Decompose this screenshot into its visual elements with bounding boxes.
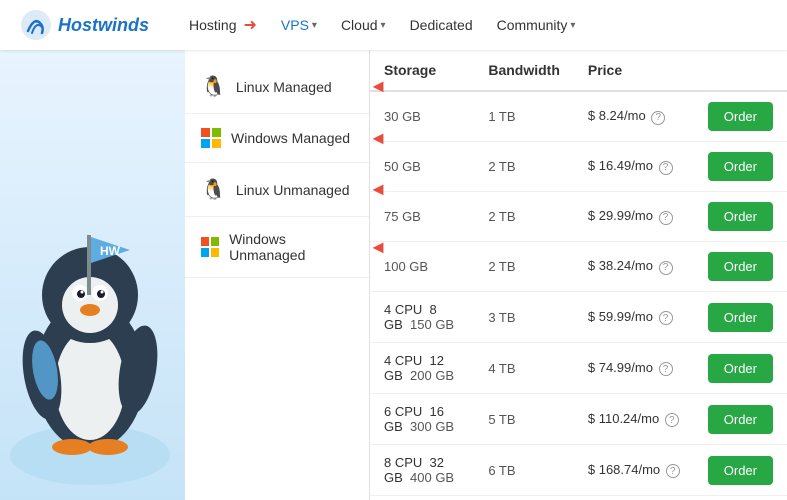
col-action	[694, 50, 787, 91]
order-button[interactable]: Order	[708, 405, 773, 434]
info-icon[interactable]: ?	[659, 211, 673, 225]
table-row: 4 CPU 12 GB 200 GB 4 TB $ 74.99/mo ? Ord…	[370, 343, 787, 394]
table-row: 100 GB 2 TB $ 38.24/mo ? Order	[370, 242, 787, 292]
order-button[interactable]: Order	[708, 354, 773, 383]
vps-submenu: 🐧 Linux Managed ◄ Windows Managed ◄ 🐧 Li…	[185, 50, 370, 500]
windows-unmanaged-arrow: ◄	[369, 237, 387, 258]
cell-order: Order	[694, 394, 787, 445]
logo-text: Hostwinds	[58, 15, 149, 36]
info-icon[interactable]: ?	[665, 413, 679, 427]
cell-order: Order	[694, 292, 787, 343]
vps-chevron: ▾	[312, 20, 317, 31]
cell-price: $ 59.99/mo ?	[574, 292, 694, 343]
cell-price: $ 16.49/mo ?	[574, 142, 694, 192]
cell-bandwidth: 1 TB	[474, 91, 574, 142]
nav-cloud[interactable]: Cloud ▾	[331, 11, 396, 39]
main-nav: Hosting ➜ VPS ▾ Cloud ▾ Dedicated Commun…	[179, 9, 767, 41]
cell-order: Order	[694, 445, 787, 496]
windows-icon	[201, 128, 221, 148]
nav-vps[interactable]: VPS ▾	[271, 11, 327, 39]
windows-unmanaged-icon	[201, 237, 219, 257]
col-price: Price	[574, 50, 694, 91]
penguin-svg: HW	[0, 175, 185, 495]
linux-unmanaged-arrow: ◄	[369, 179, 387, 200]
community-chevron: ▾	[570, 20, 575, 31]
penguin-illustration: HW	[0, 175, 185, 500]
info-icon[interactable]: ?	[659, 161, 673, 175]
cell-price: $ 29.99/mo ?	[574, 192, 694, 242]
cell-bandwidth: 5 TB	[474, 394, 574, 445]
linux-unmanaged-icon: 🐧	[201, 177, 226, 202]
col-bandwidth: Bandwidth	[474, 50, 574, 91]
cell-bandwidth: 2 TB	[474, 192, 574, 242]
nav-community[interactable]: Community ▾	[487, 11, 586, 39]
main-content: HW 🐧 Linux Managed ◄ Windows Managed ◄ 🐧…	[0, 50, 787, 500]
cell-order: Order	[694, 192, 787, 242]
table-row: 4 CPU 8 GB 150 GB 3 TB $ 59.99/mo ? Orde…	[370, 292, 787, 343]
cell-order: Order	[694, 142, 787, 192]
cell-bandwidth: 2 TB	[474, 142, 574, 192]
table-row: 8 CPU 32 GB 400 GB 6 TB $ 168.74/mo ? Or…	[370, 445, 787, 496]
svg-text:HW: HW	[100, 244, 121, 258]
cell-order: Order	[694, 343, 787, 394]
cell-price: $ 168.74/mo ?	[574, 445, 694, 496]
pricing-table: Storage Bandwidth Price 30 GB 1 TB $ 8.2…	[370, 50, 787, 500]
cell-storage: 4 CPU 12 GB 200 GB	[370, 343, 474, 394]
cell-price: $ 274.49/mo ?	[574, 496, 694, 500]
nav-dedicated[interactable]: Dedicated	[400, 11, 483, 39]
order-button[interactable]: Order	[708, 252, 773, 281]
cell-storage: 8 CPU 32 GB 400 GB	[370, 445, 474, 496]
cell-bandwidth: 6 TB	[474, 445, 574, 496]
info-icon[interactable]: ?	[659, 362, 673, 376]
order-button[interactable]: Order	[708, 303, 773, 332]
hosting-arrow: ➜	[243, 15, 256, 35]
cell-bandwidth: 3 TB	[474, 292, 574, 343]
vps-windows-unmanaged[interactable]: Windows Unmanaged ◄	[185, 217, 369, 278]
cell-price: $ 38.24/mo ?	[574, 242, 694, 292]
cell-price: $ 8.24/mo ?	[574, 91, 694, 142]
info-icon[interactable]: ?	[659, 261, 673, 275]
order-button[interactable]: Order	[708, 202, 773, 231]
table-header-row: Storage Bandwidth Price	[370, 50, 787, 91]
table-row: 6 CPU 16 GB 300 GB 5 TB $ 110.24/mo ? Or…	[370, 394, 787, 445]
cell-order: Order	[694, 91, 787, 142]
cell-storage: 4 CPU 8 GB 150 GB	[370, 292, 474, 343]
cell-order: Order	[694, 496, 787, 500]
vps-windows-managed[interactable]: Windows Managed ◄	[185, 114, 369, 163]
table-row: 75 GB 2 TB $ 29.99/mo ? Order	[370, 192, 787, 242]
nav-hosting[interactable]: Hosting ➜	[179, 9, 267, 41]
linux-icon: 🐧	[201, 74, 226, 99]
table-row: 30 GB 1 TB $ 8.24/mo ? Order	[370, 91, 787, 142]
info-icon[interactable]: ?	[666, 464, 680, 478]
header: Hostwinds Hosting ➜ VPS ▾ Cloud ▾ Dedica…	[0, 0, 787, 50]
logo-icon	[20, 9, 52, 41]
linux-managed-arrow: ◄	[369, 76, 387, 97]
cell-storage: 12 CPU 64 GB 500 GB	[370, 496, 474, 500]
order-button[interactable]: Order	[708, 102, 773, 131]
cell-bandwidth: 2 TB	[474, 242, 574, 292]
table-row: 50 GB 2 TB $ 16.49/mo ? Order	[370, 142, 787, 192]
cell-bandwidth: 4 TB	[474, 343, 574, 394]
sidebar-banner: HW	[0, 50, 185, 500]
order-button[interactable]: Order	[708, 152, 773, 181]
windows-managed-arrow: ◄	[369, 128, 387, 149]
vps-linux-managed[interactable]: 🐧 Linux Managed ◄	[185, 60, 369, 114]
cell-bandwidth: 8 TB	[474, 496, 574, 500]
logo[interactable]: Hostwinds	[20, 9, 149, 41]
info-icon[interactable]: ?	[651, 111, 665, 125]
cloud-chevron: ▾	[381, 20, 386, 31]
cell-price: $ 74.99/mo ?	[574, 343, 694, 394]
cell-price: $ 110.24/mo ?	[574, 394, 694, 445]
vps-linux-unmanaged[interactable]: 🐧 Linux Unmanaged ◄	[185, 163, 369, 217]
order-button[interactable]: Order	[708, 456, 773, 485]
cell-storage: 6 CPU 16 GB 300 GB	[370, 394, 474, 445]
cell-order: Order	[694, 242, 787, 292]
info-icon[interactable]: ?	[659, 311, 673, 325]
table-row: 12 CPU 64 GB 500 GB 8 TB $ 274.49/mo ? O…	[370, 496, 787, 500]
pricing-content: Storage Bandwidth Price 30 GB 1 TB $ 8.2…	[370, 50, 787, 500]
